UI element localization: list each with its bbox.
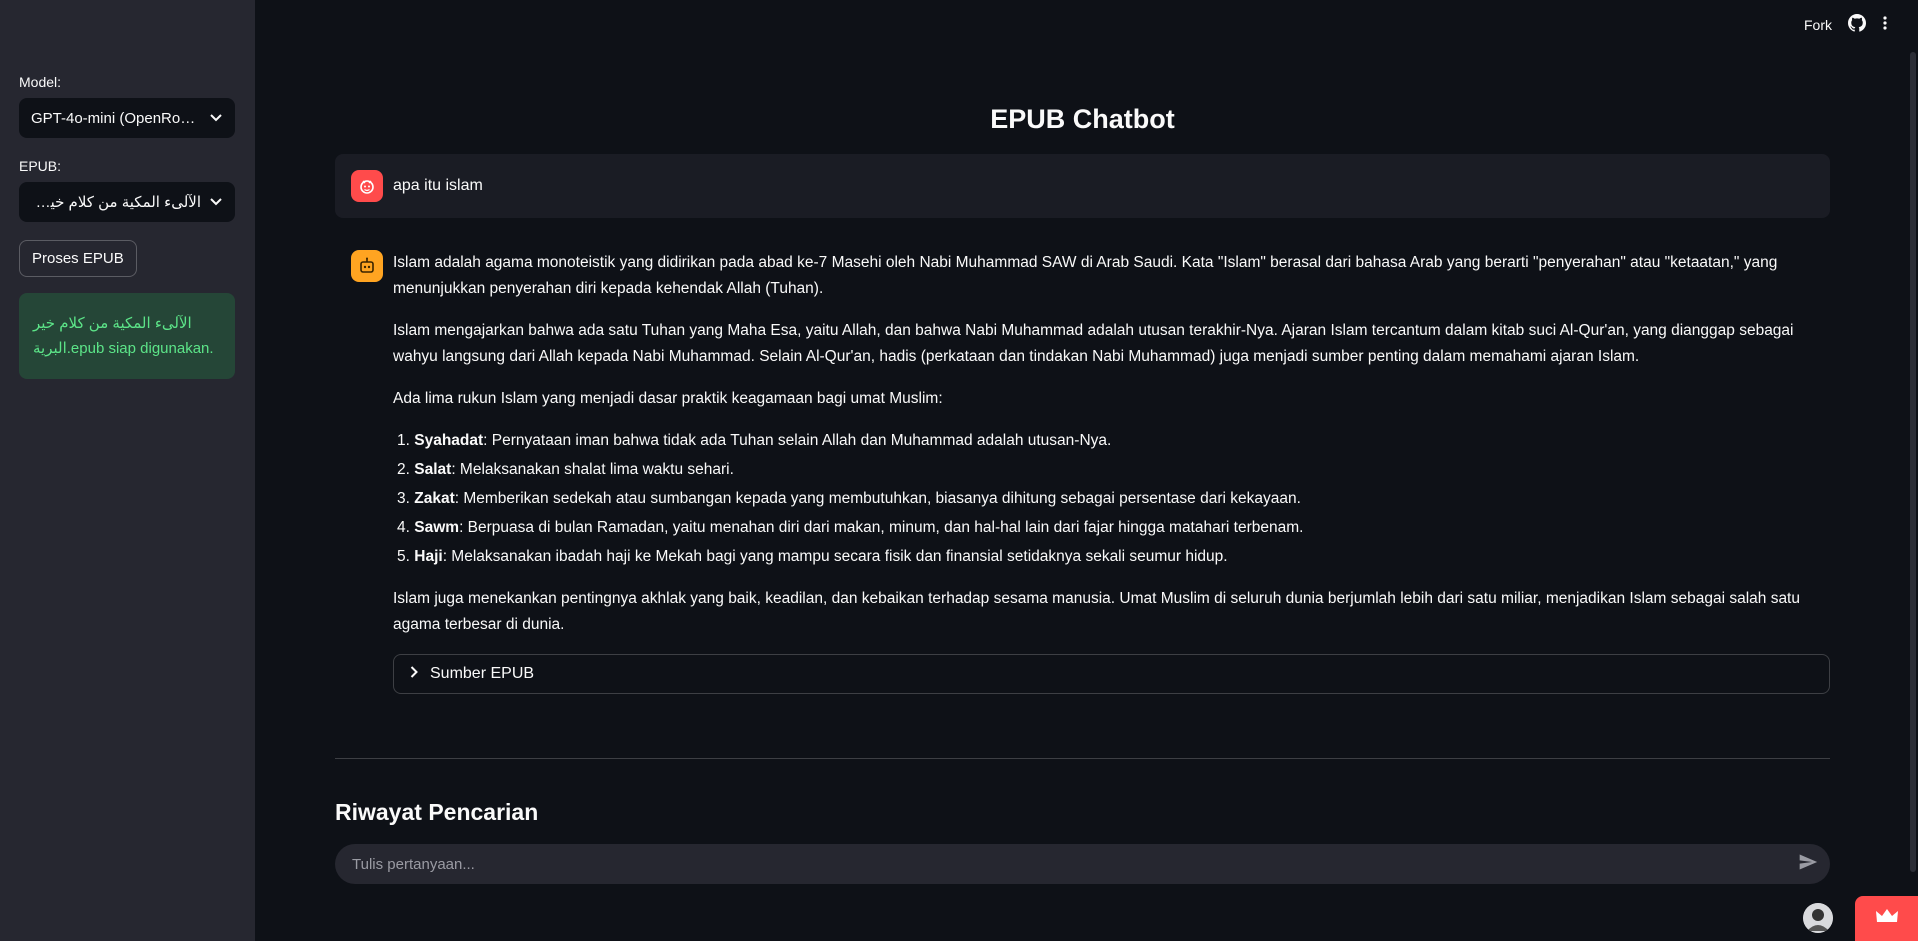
model-select-value: GPT-4o-mini (OpenRouter) [31, 109, 201, 127]
model-select[interactable]: GPT-4o-mini (OpenRouter) [19, 98, 235, 138]
chevron-right-icon [410, 661, 418, 687]
more-vertical-icon[interactable] [1882, 15, 1888, 34]
success-alert: الآلىء المكية من كلام خير البرية.epub si… [19, 293, 235, 379]
streamlit-badge[interactable] [1855, 896, 1918, 941]
chevron-down-icon [209, 195, 223, 209]
process-epub-button[interactable]: Proses EPUB [19, 240, 137, 277]
assistant-message: Islam adalah agama monoteistik yang didi… [335, 234, 1830, 694]
list-item: 1. Syahadat: Pernyataan iman bahwa tidak… [397, 432, 1112, 449]
list-item: 3. Zakat: Memberikan sedekah atau sumban… [397, 490, 1301, 507]
expander-label: Sumber EPUB [430, 665, 535, 682]
scrollbar[interactable] [1908, 0, 1918, 941]
pillars-list: 1. Syahadat: Pernyataan iman bahwa tidak… [393, 428, 1830, 570]
divider [335, 758, 1830, 759]
list-item: 2. Salat: Melaksanakan shalat lima waktu… [397, 461, 734, 478]
list-item: 5. Haji: Melaksanakan ibadah haji ke Mek… [397, 548, 1228, 565]
sources-expander[interactable]: Sumber EPUB [393, 654, 1830, 694]
page-title: EPUB Chatbot [990, 104, 1175, 134]
chevron-down-icon [209, 111, 223, 125]
assistant-message-content: Islam adalah agama monoteistik yang didi… [393, 250, 1830, 694]
epub-select[interactable]: الآلىء المكية من كلام خير البرية [19, 182, 235, 222]
model-label: Model: [19, 74, 62, 90]
assistant-paragraph: Islam adalah agama monoteistik yang didi… [393, 254, 1778, 297]
github-icon[interactable] [1848, 14, 1867, 35]
user-avatar-icon [351, 170, 383, 202]
user-message-text: apa itu islam [393, 177, 483, 194]
epub-label: EPUB: [19, 158, 62, 174]
assistant-paragraph: Ada lima rukun Islam yang menjadi dasar … [393, 390, 943, 407]
main-content: EPUB Chatbot apa itu islam Islam adalah … [335, 0, 1830, 826]
user-profile-avatar[interactable] [1803, 903, 1833, 933]
send-icon[interactable] [1798, 852, 1818, 877]
assistant-paragraph: Islam juga menekankan pentingnya akhlak … [393, 590, 1800, 633]
crown-icon [1875, 908, 1899, 929]
list-item: 4. Sawm: Berpuasa di bulan Ramadan, yait… [397, 519, 1304, 536]
history-heading: Riwayat Pencarian [335, 799, 539, 825]
chat-input-bar [335, 844, 1830, 884]
assistant-paragraph: Islam mengajarkan bahwa ada satu Tuhan y… [393, 322, 1794, 365]
sidebar: Model: GPT-4o-mini (OpenRouter) EPUB: ال… [0, 0, 255, 941]
user-message: apa itu islam [335, 154, 1830, 218]
bot-avatar-icon [351, 250, 383, 282]
epub-select-value: الآلىء المكية من كلام خير البرية [31, 194, 201, 211]
chat-input[interactable] [352, 855, 1752, 873]
